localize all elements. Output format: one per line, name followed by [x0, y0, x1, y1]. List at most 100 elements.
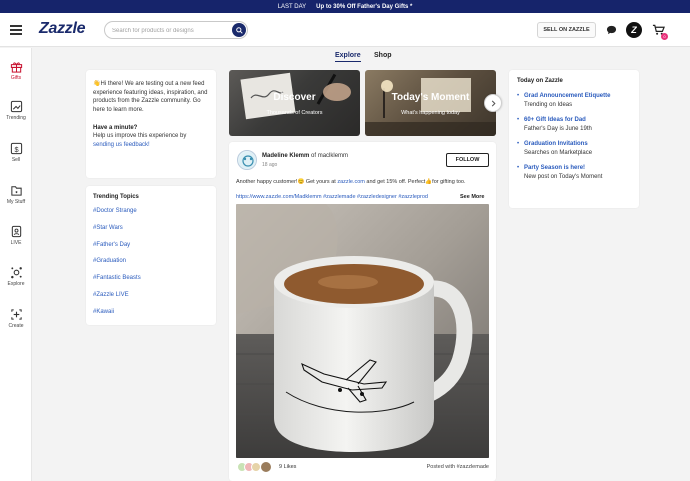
welcome-intro-text: Hi there! We are testing out a new feed … — [93, 81, 208, 114]
today-entry[interactable]: • 60+ Gift Ideas for Dad Father's Day is … — [517, 117, 631, 133]
today-entry-title[interactable]: 60+ Gift Ideas for Dad — [524, 117, 592, 125]
my-stuff-icon — [10, 186, 22, 196]
menu-icon[interactable] — [10, 25, 22, 35]
trending-topic[interactable]: #Kawaii — [93, 309, 209, 326]
trending-topic[interactable]: #Zazzle LIVE — [93, 292, 209, 309]
smile-emoji-icon: 😊 — [297, 179, 305, 185]
search-input[interactable] — [112, 26, 230, 35]
today-entry[interactable]: • Grad Announcement Etiquette Trending on… — [517, 93, 631, 109]
hero-todays-moment-title: Today's Moment — [391, 92, 470, 103]
today-entry-title[interactable]: Graduation Invitations — [524, 141, 592, 149]
sidebar-label-my-stuff: My Stuff — [6, 199, 26, 205]
sidebar-label-live: LIVE — [10, 240, 22, 246]
sidebar-item-trending[interactable]: Trending — [0, 100, 32, 121]
post-caption-tail: for gifting too. — [432, 179, 466, 185]
hero-discover[interactable]: Discover Thousands of Creators — [229, 70, 360, 136]
profile-avatar[interactable]: Z — [626, 22, 642, 38]
sidebar-label-explore: Explore — [7, 281, 25, 287]
today-entry-title[interactable]: Grad Announcement Etiquette — [524, 93, 610, 101]
see-more-link[interactable]: See More — [458, 194, 485, 200]
likes-count[interactable]: 9 Likes — [279, 464, 296, 470]
feed-tabs: Explore Shop — [0, 52, 690, 64]
bullet-icon: • — [517, 141, 520, 148]
top-header: Zazzle SELL ON ZAZZLE Z 0 — [0, 13, 690, 47]
today-entry[interactable]: • Party Season is here! New post on Today… — [517, 165, 631, 181]
feedback-heading: Have a minute? — [93, 124, 138, 131]
explore-icon — [10, 267, 22, 279]
feedback-body: Help us improve this experience by — [93, 133, 187, 140]
today-entry-sub: Father's Day is June 19th — [524, 125, 592, 132]
bullet-icon: • — [517, 165, 520, 172]
hero-todays-moment-image — [365, 78, 496, 136]
post-likes-row: 9 Likes Posted with #zazzlemade — [237, 461, 489, 474]
bullet-icon: • — [517, 93, 520, 99]
post-card: Madeline Klemm of maclklemm 18 ago FOLLO… — [229, 142, 496, 481]
post-caption-link[interactable]: zazzle.com — [337, 179, 365, 185]
create-icon — [10, 309, 22, 320]
trending-topic[interactable]: #Father's Day — [93, 242, 209, 259]
trending-topic[interactable]: #Graduation — [93, 258, 209, 275]
cart-icon[interactable]: 0 — [650, 22, 668, 40]
hero-todays-moment-subtitle: What's happening today — [401, 110, 460, 116]
feedback-link[interactable]: sending us feedback! — [93, 142, 150, 148]
dollar-icon: $ — [10, 142, 22, 155]
trending-topic[interactable]: #Fantastic Beasts — [93, 275, 209, 292]
trending-icon — [10, 100, 22, 113]
sidebar-label-gifts: Gifts — [10, 75, 22, 81]
left-sidebar: Gifts Trending $ Sell My Stuff LIVE Expl… — [0, 48, 32, 481]
trending-topic[interactable]: #Doctor Strange — [93, 208, 209, 225]
bullet-icon: • — [517, 117, 520, 124]
chat-icon[interactable] — [603, 22, 619, 38]
mug-photo — [236, 204, 489, 458]
sidebar-item-explore[interactable]: Explore — [0, 266, 32, 287]
today-entry-sub: Searches on Marketplace — [524, 149, 593, 156]
sidebar-item-my-stuff[interactable]: My Stuff — [0, 184, 32, 205]
follow-button[interactable]: FOLLOW — [446, 153, 489, 167]
welcome-intro: 👋Hi there! We are testing out a new feed… — [93, 80, 209, 115]
tab-explore[interactable]: Explore — [335, 52, 361, 62]
post-hashtag-links[interactable]: https://www.zazzle.com/Madklemm #zazzlem… — [236, 194, 490, 200]
sidebar-item-live[interactable]: LIVE — [0, 225, 32, 246]
hero-discover-title: Discover — [273, 92, 316, 103]
welcome-card: 👋Hi there! We are testing out a new feed… — [86, 70, 216, 178]
hero-discover-image — [240, 72, 351, 120]
today-entry-title[interactable]: Party Season is here! — [524, 165, 602, 173]
post-author-handle[interactable]: of maclklemm — [311, 153, 348, 159]
sidebar-item-sell[interactable]: $ Sell — [0, 142, 32, 163]
today-entry[interactable]: • Graduation Invitations Searches on Mark… — [517, 141, 631, 157]
hero-discover-subtitle: Thousands of Creators — [266, 110, 323, 116]
post-caption-mid: Get yours at — [305, 179, 336, 185]
promo-text[interactable]: Up to 30% Off Father's Day Gifts * — [316, 4, 412, 10]
chevron-right-icon — [491, 100, 496, 106]
today-on-zazzle-card: Today on Zazzle • Grad Announcement Etiq… — [509, 70, 639, 208]
search-button[interactable] — [232, 23, 246, 37]
today-entry-sub: New post on Today's Moment — [524, 174, 603, 181]
tab-shop[interactable]: Shop — [374, 52, 392, 59]
promo-bar[interactable]: LAST DAY Up to 30% Off Father's Day Gift… — [0, 0, 690, 13]
logo[interactable]: Zazzle — [39, 20, 86, 38]
hero-todays-moment[interactable]: Today's Moment What's happening today — [365, 70, 496, 136]
post-time: 18 ago — [262, 162, 278, 168]
promo-label: LAST DAY — [277, 3, 307, 10]
post-image[interactable] — [236, 204, 489, 458]
posted-with[interactable]: Posted with #zazzlemade — [427, 464, 489, 470]
trending-topic[interactable]: #Star Wars — [93, 225, 209, 242]
sell-on-zazzle-button[interactable]: SELL ON ZAZZLE — [537, 22, 596, 38]
liker-avatar[interactable] — [260, 461, 272, 473]
today-title: Today on Zazzle — [517, 78, 563, 84]
sidebar-item-create[interactable]: Create — [0, 308, 32, 329]
post-author-name[interactable]: Madeline Klemm — [262, 153, 309, 159]
svg-text:$: $ — [14, 145, 18, 154]
trending-title: Trending Topics — [93, 194, 139, 200]
post-caption-start: Another happy customer! — [236, 179, 298, 185]
carousel-next-button[interactable] — [484, 94, 502, 112]
live-icon — [11, 225, 21, 238]
post-author-line: Madeline Klemm of maclklemm — [262, 153, 348, 159]
post-caption: Another happy customer!😊 Get yours at za… — [236, 178, 490, 186]
today-entry-sub: Trending on Ideas — [524, 101, 573, 108]
svg-text:Z: Z — [630, 25, 637, 35]
sidebar-label-trending: Trending — [6, 115, 26, 121]
post-caption-end: and get 15% off. Perfect — [366, 179, 426, 185]
search-icon — [235, 26, 243, 34]
author-avatar[interactable] — [237, 150, 257, 170]
